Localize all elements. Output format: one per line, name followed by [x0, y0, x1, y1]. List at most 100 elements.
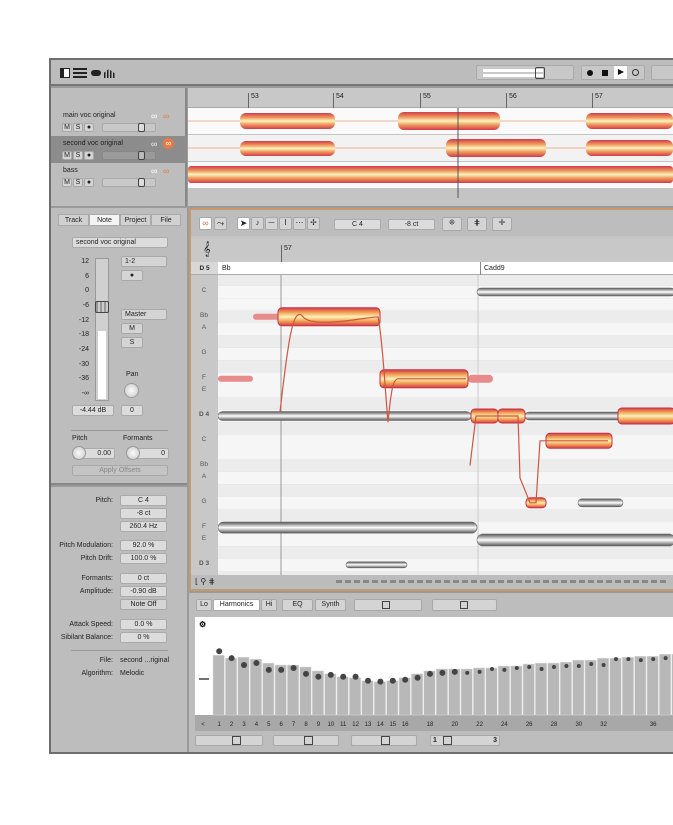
- formants-field[interactable]: 0 ct: [120, 573, 167, 584]
- tempo-field[interactable]: [651, 65, 673, 80]
- harmonic-dot[interactable]: [427, 670, 433, 677]
- apply-offsets-button[interactable]: Apply Offsets: [72, 465, 168, 476]
- harmonic-bar[interactable]: [559, 661, 572, 716]
- key-label[interactable]: G: [191, 498, 217, 505]
- harmonic-dot[interactable]: [576, 664, 581, 668]
- harmonic-bar[interactable]: [398, 677, 411, 716]
- key-label[interactable]: A: [191, 473, 217, 480]
- amp-field[interactable]: -0.90 dB: [120, 586, 167, 597]
- harmonic-dot[interactable]: [414, 674, 421, 681]
- harmonic-dot[interactable]: [352, 673, 359, 680]
- record-arm-button[interactable]: ●: [84, 123, 94, 132]
- harmonic-dot[interactable]: [389, 677, 396, 684]
- key-label[interactable]: E: [191, 535, 217, 542]
- spectrum-icon[interactable]: [104, 69, 116, 78]
- harmonic-dot[interactable]: [377, 678, 384, 685]
- slider-handle[interactable]: [535, 67, 545, 79]
- track-bass[interactable]: bass M S ● ∞ ∞: [51, 163, 187, 191]
- key-label[interactable]: E: [191, 386, 217, 393]
- note-blob[interactable]: [218, 375, 253, 382]
- overview-scrollbar[interactable]: [336, 580, 666, 583]
- key-label[interactable]: Bb: [191, 461, 217, 468]
- mute-button[interactable]: M: [121, 323, 143, 334]
- link-icon[interactable]: ∞: [151, 111, 157, 121]
- tab-eq[interactable]: EQ: [282, 599, 313, 611]
- loop-button[interactable]: [632, 69, 639, 76]
- harmonic-dot[interactable]: [638, 658, 643, 663]
- chord-track[interactable]: Bb Cadd9: [218, 262, 673, 275]
- note-off-button[interactable]: Note Off: [120, 599, 167, 610]
- harmonic-dot[interactable]: [290, 664, 297, 671]
- harmonic-bar[interactable]: [646, 655, 659, 716]
- input-select[interactable]: 1-2: [121, 256, 167, 267]
- harmonic-bar[interactable]: [287, 664, 300, 716]
- harmonic-bar[interactable]: [473, 667, 486, 716]
- harmonic-dot[interactable]: [465, 670, 470, 675]
- track-second-voc[interactable]: second voc original M S ● ∞ ∞: [51, 136, 187, 163]
- blobs-icon[interactable]: [91, 70, 101, 76]
- output-select[interactable]: Master: [121, 309, 167, 320]
- pitch-field[interactable]: C 4: [120, 495, 167, 506]
- key-label[interactable]: F: [191, 374, 217, 381]
- harmonic-dot[interactable]: [216, 648, 223, 655]
- ruler[interactable]: 53 54 55 56 57: [188, 88, 673, 108]
- harmonic-bar[interactable]: [212, 654, 225, 716]
- key-label[interactable]: F: [191, 523, 217, 530]
- chord-label[interactable]: Bb: [222, 265, 231, 272]
- level-amplitude-icon[interactable]: ✛: [492, 217, 512, 231]
- key-label[interactable]: D 3: [191, 560, 217, 567]
- tool-icons[interactable]: ⌊ ⚲ ⋕: [195, 577, 215, 586]
- harmonic-dot[interactable]: [663, 656, 668, 661]
- harmonic-dot[interactable]: [241, 662, 247, 669]
- harmonic-bar[interactable]: [584, 659, 597, 716]
- harmonic-dot[interactable]: [228, 655, 235, 662]
- stop-button[interactable]: [602, 70, 608, 76]
- harmonic-dot[interactable]: [278, 666, 285, 673]
- move-tool-icon[interactable]: ✢: [307, 217, 320, 230]
- quantize-time-icon[interactable]: ⋕: [467, 217, 487, 231]
- link-icon[interactable]: ∞: [151, 166, 157, 176]
- key-label[interactable]: D 4: [191, 411, 217, 418]
- harmonic-dot[interactable]: [539, 666, 544, 671]
- tab-file[interactable]: File: [151, 214, 181, 226]
- solo-button[interactable]: S: [73, 178, 83, 187]
- gray-note-blob[interactable]: [345, 561, 408, 569]
- tab-lo[interactable]: Lo: [196, 599, 212, 611]
- key-label[interactable]: C: [191, 436, 217, 443]
- harmonic-bar[interactable]: [435, 668, 448, 716]
- solo-button[interactable]: S: [73, 123, 83, 132]
- harmonic-bar[interactable]: [336, 676, 349, 716]
- mute-button[interactable]: M: [62, 123, 72, 132]
- mode-selector[interactable]: [354, 599, 422, 611]
- solo-button[interactable]: S: [73, 151, 83, 160]
- harmonic-bar[interactable]: [349, 677, 362, 716]
- harmonic-slider-2[interactable]: [273, 735, 339, 746]
- harmonic-dot[interactable]: [552, 664, 556, 669]
- track-list-icon[interactable]: [73, 68, 87, 78]
- harmonic-bar[interactable]: [621, 656, 634, 716]
- chord-label[interactable]: Cadd9: [480, 262, 505, 275]
- harmonic-range[interactable]: 1 3: [430, 735, 500, 746]
- blob-color-icon[interactable]: ∞: [163, 111, 169, 121]
- volume-value[interactable]: -4.44 dB: [72, 405, 114, 416]
- harmonic-dot[interactable]: [514, 665, 519, 670]
- harmonic-bar[interactable]: [423, 670, 436, 716]
- view-selector[interactable]: [432, 599, 497, 611]
- record-arm-button[interactable]: ●: [84, 178, 94, 187]
- cents-field[interactable]: -8 ct: [120, 508, 167, 519]
- cents-field[interactable]: -8 ct: [388, 219, 435, 230]
- harmonic-bar[interactable]: [460, 668, 473, 716]
- harmonic-bar[interactable]: [510, 665, 523, 716]
- harmonic-bar[interactable]: [634, 655, 647, 716]
- gray-note-blob[interactable]: [577, 498, 624, 508]
- harmonic-dot[interactable]: [626, 657, 631, 662]
- key-label[interactable]: C: [191, 287, 217, 294]
- note-blob[interactable]: [617, 407, 673, 425]
- harmonic-dot[interactable]: [527, 664, 532, 669]
- quantize-pitch-icon[interactable]: ⁜: [442, 217, 462, 231]
- separation-tool-icon[interactable]: ⋯: [293, 217, 306, 230]
- drift-field[interactable]: 100.0 %: [120, 553, 167, 564]
- pan-value[interactable]: 0: [121, 405, 143, 416]
- harmonic-bar[interactable]: [373, 681, 386, 716]
- record-arm-button[interactable]: ●: [84, 151, 94, 160]
